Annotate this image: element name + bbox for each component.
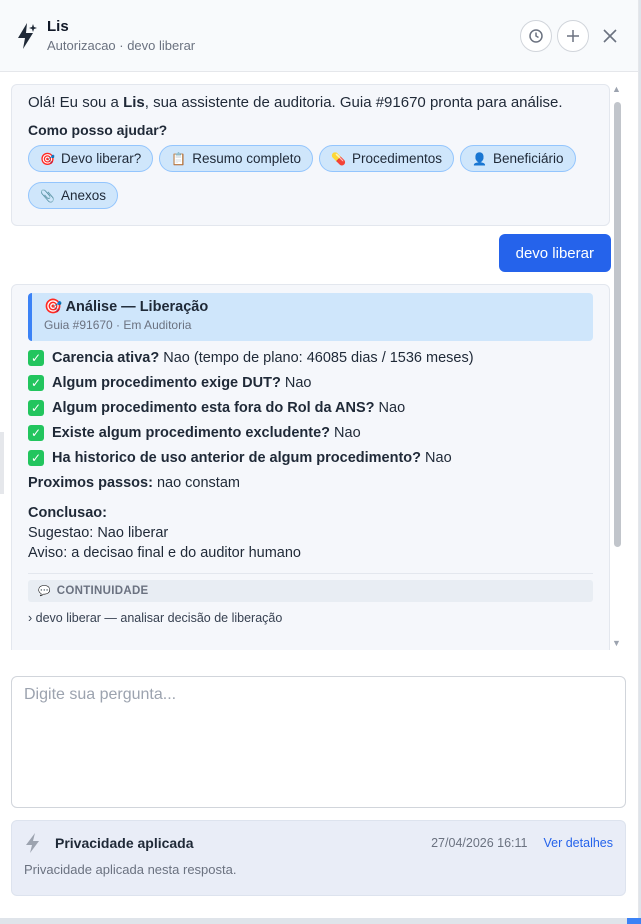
panel-header: Lis Autorizacao · devo liberar bbox=[0, 0, 638, 72]
privacy-description: Privacidade aplicada nesta resposta. bbox=[24, 862, 237, 877]
conversation-subtitle: Autorizacao · devo liberar bbox=[47, 38, 196, 53]
assistant-intro-message: Olá! Eu sou a Lis, sua assistente de aud… bbox=[11, 84, 610, 226]
check-item: ✓ Algum procedimento exige DUT? Nao bbox=[28, 375, 593, 391]
conclusion-block: Conclusao: Sugestao: Nao liberar Aviso: … bbox=[28, 503, 593, 563]
chip-anexos[interactable]: 📎 Anexos bbox=[28, 182, 118, 209]
divider bbox=[28, 573, 593, 574]
greeting-text: Olá! Eu sou a Lis, sua assistente de aud… bbox=[28, 94, 563, 111]
continuity-suggestion[interactable]: › devo liberar — analisar decisão de lib… bbox=[28, 611, 593, 625]
paperclip-icon: 📎 bbox=[40, 188, 55, 203]
plus-icon bbox=[567, 29, 579, 42]
resize-handle[interactable] bbox=[0, 432, 4, 494]
analysis-header-card: 🎯 Análise — Liberação Guia #91670 · Em A… bbox=[28, 293, 593, 341]
user-message: devo liberar bbox=[498, 234, 611, 272]
history-button[interactable] bbox=[520, 19, 552, 52]
check-item: ✓ Existe algum procedimento excludente? N… bbox=[28, 425, 593, 441]
question-input[interactable]: Digite sua pergunta... bbox=[11, 676, 626, 808]
assistant-analysis-message: 🎯 Análise — Liberação Guia #91670 · Em A… bbox=[11, 284, 610, 650]
view-details-link[interactable]: Ver detalhes bbox=[544, 836, 614, 850]
scroll-down-icon[interactable]: ▼ bbox=[612, 638, 621, 648]
pill-icon: 💊 bbox=[331, 151, 346, 166]
person-icon: 👤 bbox=[472, 151, 487, 166]
new-chat-button[interactable] bbox=[557, 19, 589, 52]
help-question: Como posso ajudar? bbox=[28, 122, 168, 138]
next-steps: Proximos passos: nao constam bbox=[28, 475, 240, 491]
warning-text: Aviso: a decisao final e do auditor huma… bbox=[28, 545, 301, 561]
check-item: ✓ Algum procedimento esta fora do Rol da … bbox=[28, 400, 593, 416]
chip-devo-liberar[interactable]: 🎯 Devo liberar? bbox=[28, 145, 154, 172]
quick-actions: 🎯 Devo liberar? 📋 Resumo completo 💊 Procedi… bbox=[28, 145, 593, 209]
speech-bubble-icon: 💬 bbox=[38, 585, 51, 597]
lightning-icon bbox=[26, 833, 39, 853]
check-icon: ✓ bbox=[28, 350, 44, 366]
scroll-up-icon[interactable]: ▲ bbox=[612, 84, 621, 94]
chat-scrollbar[interactable]: ▲ ▼ bbox=[612, 82, 622, 650]
analysis-subtitle: Guia #91670 · Em Auditoria bbox=[44, 318, 192, 332]
history-icon bbox=[529, 28, 543, 43]
check-item: ✓ Ha historico de uso anterior de algum p… bbox=[28, 450, 593, 466]
close-icon bbox=[603, 28, 617, 43]
check-item: ✓ Carencia ativa? Nao (tempo de plano: 46… bbox=[28, 350, 593, 366]
check-icon: ✓ bbox=[28, 425, 44, 441]
target-icon: 🎯 bbox=[44, 299, 63, 315]
target-icon: 🎯 bbox=[40, 151, 55, 166]
scrollbar-thumb[interactable] bbox=[614, 102, 621, 547]
privacy-notice: Privacidade aplicada 27/04/2026 16:11 Ve… bbox=[11, 820, 626, 896]
assistant-panel: Lis Autorizacao · devo liberar Olá! Eu s… bbox=[0, 0, 639, 918]
analysis-title: Análise — Liberação bbox=[65, 299, 209, 315]
chip-resumo-completo[interactable]: 📋 Resumo completo bbox=[159, 145, 314, 172]
check-icon: ✓ bbox=[28, 400, 44, 416]
assistant-name: Lis bbox=[47, 18, 69, 35]
privacy-timestamp: 27/04/2026 16:11 bbox=[431, 836, 528, 850]
conclusion-label: Conclusao: bbox=[28, 505, 107, 521]
check-icon: ✓ bbox=[28, 450, 44, 466]
chip-procedimentos[interactable]: 💊 Procedimentos bbox=[319, 145, 455, 172]
lightning-icon bbox=[18, 22, 37, 49]
chip-beneficiario[interactable]: 👤 Beneficiário bbox=[460, 145, 576, 172]
continuity-header: 💬 CONTINUIDADE bbox=[28, 580, 593, 602]
clipboard-icon: 📋 bbox=[171, 151, 187, 166]
check-icon: ✓ bbox=[28, 375, 44, 391]
close-button[interactable] bbox=[594, 20, 626, 52]
suggestion-text: Sugestao: Nao liberar bbox=[28, 525, 169, 541]
chat-messages: Olá! Eu sou a Lis, sua assistente de aud… bbox=[0, 72, 627, 650]
bottom-strip bbox=[0, 918, 641, 924]
privacy-title: Privacidade aplicada bbox=[55, 835, 194, 851]
